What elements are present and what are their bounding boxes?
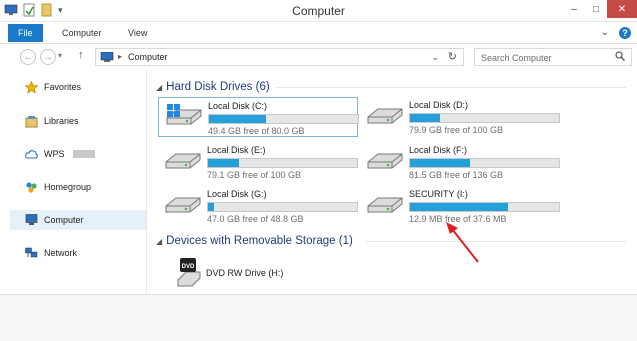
address-bar-row: ← → ▾ ↑ ▸ Computer ⌄ ↻ bbox=[0, 44, 637, 70]
drive-name: DVD RW Drive (H:) bbox=[206, 268, 284, 278]
forward-button[interactable]: → bbox=[40, 49, 56, 65]
up-button[interactable]: ↑ bbox=[78, 49, 84, 61]
breadcrumb[interactable]: Computer bbox=[128, 52, 168, 62]
sidebar-item-favorites[interactable]: Favorites bbox=[10, 77, 146, 97]
drive-name: SECURITY (I:) bbox=[409, 189, 468, 199]
capacity-bar bbox=[409, 158, 560, 168]
drive-tile-c[interactable]: Local Disk (C:) 49.4 GB free of 80.0 GB bbox=[158, 97, 359, 137]
removable-group-header[interactable]: ◢ Devices with Removable Storage (1) bbox=[156, 233, 353, 249]
sidebar-item-libraries[interactable]: Libraries bbox=[10, 111, 146, 131]
computer-icon bbox=[100, 52, 114, 62]
capacity-bar bbox=[207, 202, 358, 212]
navigation-pane: Favorites Libraries WPS Homegroup Comput… bbox=[10, 70, 147, 294]
tab-view[interactable]: View bbox=[118, 24, 157, 42]
drive-name: Local Disk (C:) bbox=[208, 101, 268, 111]
sidebar-item-computer[interactable]: Computer bbox=[10, 210, 146, 230]
capacity-fill bbox=[208, 159, 240, 167]
drive-tile-d[interactable]: Local Disk (D:) 79.9 GB free of 100 GB bbox=[360, 97, 560, 137]
refresh-icon[interactable]: ↻ bbox=[448, 50, 457, 63]
close-button[interactable]: ✕ bbox=[607, 0, 637, 18]
recent-locations-icon[interactable]: ▾ bbox=[58, 51, 62, 60]
capacity-bar bbox=[207, 158, 358, 168]
capacity-fill bbox=[208, 203, 214, 211]
collapse-group-icon[interactable]: ◢ bbox=[156, 237, 162, 246]
capacity-fill bbox=[209, 115, 266, 123]
tab-computer[interactable]: Computer bbox=[52, 24, 112, 42]
hard-drive-icon bbox=[165, 197, 201, 213]
capacity-bar bbox=[409, 113, 560, 123]
collapse-group-icon[interactable]: ◢ bbox=[156, 83, 162, 92]
group-divider bbox=[366, 241, 626, 242]
cloud-icon bbox=[24, 147, 38, 161]
search-icon[interactable] bbox=[615, 51, 625, 61]
free-space-label: 12.9 MB free of 37.6 MB bbox=[409, 214, 507, 224]
address-box[interactable]: ▸ Computer ⌄ ↻ bbox=[95, 48, 464, 66]
dvd-drive-tile[interactable]: DVD DVD RW Drive (H:) bbox=[148, 254, 348, 294]
sidebar-item-label: WPS bbox=[44, 149, 65, 159]
sidebar-item-label: Homegroup bbox=[44, 182, 92, 192]
computer-icon bbox=[24, 213, 38, 227]
drive-name: Local Disk (F:) bbox=[409, 145, 468, 155]
breadcrumb-separator-icon[interactable]: ▸ bbox=[118, 52, 122, 61]
homegroup-icon bbox=[24, 180, 38, 194]
sidebar-item-label: Computer bbox=[44, 215, 84, 225]
ribbon-controls: ⌄ ? bbox=[601, 27, 631, 39]
sidebar-item-wps[interactable]: WPS bbox=[10, 144, 146, 164]
capacity-fill bbox=[410, 159, 470, 167]
help-icon[interactable]: ? bbox=[619, 27, 631, 39]
free-space-label: 81.5 GB free of 136 GB bbox=[409, 170, 504, 180]
search-input[interactable] bbox=[481, 51, 609, 64]
hard-disk-group-header[interactable]: ◢ Hard Disk Drives (6) bbox=[156, 79, 270, 95]
dvd-badge: DVD bbox=[182, 264, 195, 270]
sidebar-item-network[interactable]: Network bbox=[10, 243, 146, 263]
drive-tile-g[interactable]: Local Disk (G:) 47.0 GB free of 48.8 GB bbox=[158, 186, 358, 226]
star-icon bbox=[24, 80, 38, 94]
free-space-label: 79.9 GB free of 100 GB bbox=[409, 125, 504, 135]
address-history-icon[interactable]: ⌄ bbox=[431, 52, 439, 63]
window-title: Computer bbox=[292, 4, 345, 18]
hard-drive-icon bbox=[166, 104, 202, 125]
network-icon bbox=[24, 246, 38, 260]
capacity-fill bbox=[410, 114, 440, 122]
group-title: Hard Disk Drives (6) bbox=[166, 81, 270, 93]
free-space-label: 79.1 GB free of 100 GB bbox=[207, 170, 302, 180]
free-space-label: 47.0 GB free of 48.8 GB bbox=[207, 214, 304, 224]
maximize-button[interactable]: □ bbox=[585, 0, 607, 18]
content-pane: ◢ Hard Disk Drives (6) Local Disk (C:) 4… bbox=[148, 70, 637, 294]
sidebar-item-label: Libraries bbox=[44, 116, 79, 126]
capacity-bar bbox=[208, 114, 359, 124]
redacted-block bbox=[72, 150, 95, 158]
free-space-label: 49.4 GB free of 80.0 GB bbox=[208, 126, 305, 136]
back-button[interactable]: ← bbox=[20, 49, 36, 65]
sidebar-item-label: Network bbox=[44, 248, 78, 258]
drive-name: Local Disk (E:) bbox=[207, 145, 266, 155]
title-bar: ▾ Computer – □ ✕ bbox=[0, 0, 637, 22]
hard-drive-icon bbox=[165, 153, 201, 169]
drive-tile-i[interactable]: SECURITY (I:) 12.9 MB free of 37.6 MB bbox=[360, 186, 560, 226]
hard-drive-icon bbox=[367, 197, 403, 213]
drive-tile-e[interactable]: Local Disk (E:) 79.1 GB free of 100 GB bbox=[158, 142, 358, 182]
hard-drive-icon bbox=[367, 153, 403, 169]
drive-tile-f[interactable]: Local Disk (F:) 81.5 GB free of 136 GB bbox=[360, 142, 560, 182]
search-box[interactable] bbox=[474, 48, 632, 66]
capacity-fill bbox=[410, 203, 509, 211]
libraries-icon bbox=[24, 114, 38, 128]
sidebar-item-label: Favorites bbox=[44, 82, 82, 92]
capacity-bar bbox=[409, 202, 560, 212]
ribbon: File Computer View ⌄ ? bbox=[0, 22, 637, 44]
minimize-button[interactable]: – bbox=[563, 0, 585, 18]
group-title: Devices with Removable Storage (1) bbox=[166, 235, 353, 247]
hard-drive-icon bbox=[367, 108, 403, 124]
sidebar-item-homegroup[interactable]: Homegroup bbox=[10, 177, 146, 197]
drive-name: Local Disk (D:) bbox=[409, 100, 469, 110]
window-bottom-area bbox=[0, 294, 637, 341]
expand-ribbon-icon[interactable]: ⌄ bbox=[601, 27, 609, 39]
drive-name: Local Disk (G:) bbox=[207, 189, 267, 199]
dvd-drive-icon: DVD bbox=[177, 258, 201, 287]
tab-file[interactable]: File bbox=[8, 24, 43, 42]
group-divider bbox=[276, 87, 626, 88]
window-controls: – □ ✕ bbox=[563, 0, 637, 18]
